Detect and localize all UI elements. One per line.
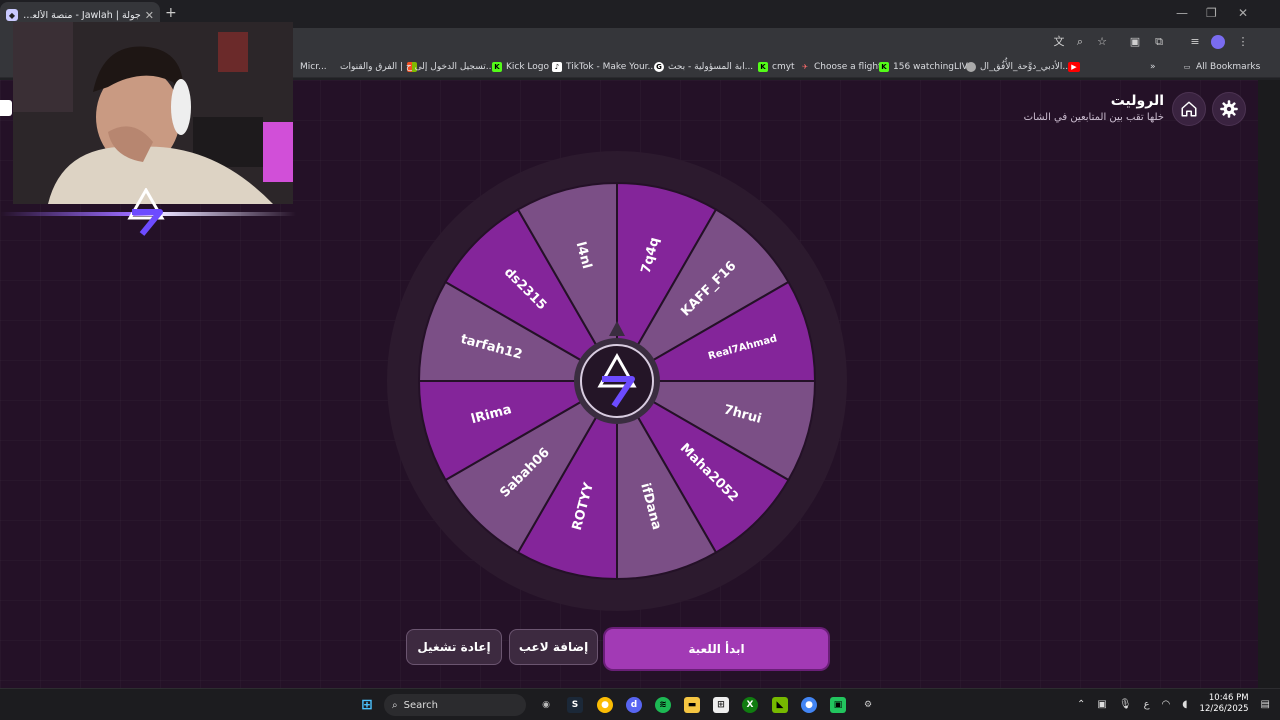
restart-button[interactable]: إعادة تشغيل [406,629,502,665]
bookmark-label: Choose a flight [814,62,882,72]
bookmark-item[interactable]: تسجيل الدخول إلى ح... [406,60,494,74]
bookmark-label: تسجيل الدخول إلى ح... [406,62,495,72]
home-button[interactable] [1172,92,1206,126]
translate-icon[interactable]: 文 [1052,35,1066,49]
extensions-icon[interactable]: ⧉ [1152,35,1166,49]
page-header: الروليت خلها تقب بين المتابعين في الشات [1024,93,1164,123]
globe-icon [966,62,976,72]
maximize-button[interactable]: ❐ [1206,6,1217,20]
steam-icon[interactable]: S [567,697,583,713]
reading-list-icon[interactable]: ≡ [1188,35,1202,49]
tiktok-icon: ♪ [552,62,562,72]
chrome-active-icon[interactable]: ● [801,697,817,713]
bookmark-item[interactable]: ✈ Choose a flight [800,60,882,74]
profile-avatar-icon[interactable] [1211,35,1225,49]
google-icon: G [654,62,664,72]
clock-date: 12/26/2025 [1199,704,1249,714]
page-scrollbar[interactable] [1258,80,1280,688]
xbox-icon[interactable]: X [742,697,758,713]
jawlah-logo-icon [127,188,165,236]
bookmark-label: Micr... [300,62,327,72]
app-icon[interactable]: ▣ [830,697,846,713]
minimize-button[interactable]: — [1176,6,1188,20]
language-indicator[interactable]: ع [1144,699,1150,710]
tab-title: جولة | Jawlah - منصة الألعاب الـ [22,9,141,21]
file-explorer-icon[interactable]: ▬ [684,697,700,713]
bookmark-item[interactable]: الأدبي_دوَّحة_الأُفُق_ال... [966,60,1071,74]
bookmark-item[interactable]: K Kick Logo [492,60,549,74]
tab-close-icon[interactable]: ✕ [145,9,154,22]
bookmark-star-icon[interactable]: ☆ [1095,35,1109,49]
clock[interactable]: 10:46 PM 12/26/2025 [1200,693,1249,715]
all-bookmarks-label: All Bookmarks [1196,62,1261,72]
bookmark-item[interactable]: Kcmyt [758,60,795,74]
page-title: الروليت [1110,93,1164,109]
windows-start-icon[interactable]: ⊞ [359,697,375,713]
close-window-button[interactable]: ✕ [1238,6,1248,20]
bookmark-item[interactable]: G ابة المسؤولية - بحث... [654,60,753,74]
side-widget-tab [0,100,12,116]
bookmark-item[interactable]: Micr... [300,60,327,74]
bookmark-label: 156 watchingLIVE [893,62,974,72]
plane-icon: ✈ [802,63,808,71]
folder-icon: ▭ [1183,63,1191,71]
camera-app-icon[interactable]: ◉ [538,697,554,713]
clock-time: 10:46 PM [1208,693,1249,703]
system-tray: ⌃ ▣ 🎙 ع ◠ ◖ 10:46 PM 12/26/2025 ▤ [1077,693,1270,715]
settings-button[interactable] [1212,92,1246,126]
kick-icon: K [492,62,502,72]
bookmark-label: الفرق والقنوات | [340,62,403,72]
bookmark-label: ابة المسؤولية - بحث... [668,62,754,72]
windows-taskbar: ⊞ ⌕ Search ◉ S ● d ≋ ▬ ⊞ X ◣ ● ▣ ⚙ ⌃ ▣ 🎙… [0,688,1280,720]
kick-icon: K [758,62,768,72]
bookmark-label: الأدبي_دوَّحة_الأُفُق_ال... [980,62,1071,72]
roulette-wheel[interactable]: 7q4qKAFF_F16Real7Ahmad7hruiMaha2052ifDan… [386,150,848,612]
settings-app-icon[interactable]: ⚙ [860,697,876,713]
bookmarks-overflow-button[interactable]: » [1150,60,1156,74]
bookmark-item[interactable]: ♪ TikTok - Make Your... [552,60,656,74]
zoom-icon[interactable]: ⌕ [1073,35,1087,49]
tray-app-icon[interactable]: ▣ [1097,699,1106,710]
page-subtitle: خلها تقب بين المتابعين في الشات [1023,112,1164,123]
microphone-icon[interactable]: 🎙 [1119,699,1132,710]
bookmark-label: Kick Logo [506,62,550,72]
kick-icon: K [879,62,889,72]
home-icon [1181,101,1197,117]
bookmark-item[interactable]: K 156 watchingLIVE [879,60,974,74]
search-icon: ⌕ [392,699,398,711]
add-player-button[interactable]: إضافة لاعب [509,629,598,665]
gear-icon [1220,100,1238,118]
wifi-icon[interactable]: ◠ [1162,699,1171,710]
all-bookmarks-button[interactable]: ▭ All Bookmarks [1182,60,1261,74]
chrome-icon[interactable]: ● [597,697,613,713]
streamer-webcam [13,22,293,204]
bookmark-item[interactable]: ▶ [1068,60,1080,74]
tray-chevron-icon[interactable]: ⌃ [1077,699,1085,710]
site-favicon-icon: ◆ [6,9,18,21]
spotify-icon[interactable]: ≋ [655,697,671,713]
menu-kebab-icon[interactable]: ⋮ [1236,35,1250,49]
discord-icon[interactable]: d [626,697,642,713]
bookmark-label: cmyt [772,62,795,72]
youtube-icon: ▶ [1068,62,1080,72]
taskbar-search[interactable]: ⌕ Search [384,694,526,716]
bookmark-label: TikTok - Make Your... [566,62,657,72]
start-game-button[interactable]: ابدأ اللعبة [605,629,828,669]
store-icon[interactable]: ⊞ [713,697,729,713]
notification-icon[interactable]: ▤ [1261,699,1270,710]
search-label: Search [403,699,438,711]
nvidia-icon[interactable]: ◣ [772,697,788,713]
volume-icon[interactable]: ◖ [1182,699,1187,710]
media-icon[interactable]: ▣ [1128,35,1142,49]
new-tab-button[interactable]: + [165,5,177,21]
